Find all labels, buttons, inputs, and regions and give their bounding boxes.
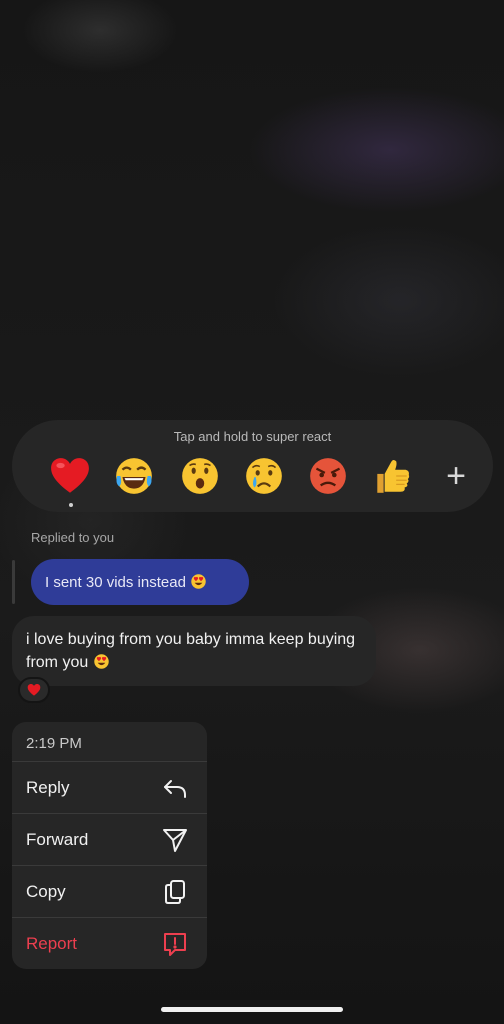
heart-emoji[interactable] (46, 452, 94, 500)
heart-icon (27, 684, 41, 696)
crying-emoji[interactable] (240, 452, 288, 500)
message-context-menu: 2:19 PM Reply Forward Copy Report (12, 722, 207, 969)
plus-icon: + (446, 457, 466, 495)
menu-item-label: Report (26, 934, 78, 953)
menu-item-label: Reply (26, 777, 70, 797)
super-react-hint: Tap and hold to super react (173, 429, 332, 444)
heart-eyes-emoji (191, 574, 206, 589)
menu-item-report[interactable]: Report (12, 918, 207, 969)
send-icon (163, 828, 187, 852)
surprised-emoji[interactable] (176, 452, 224, 500)
message-bubble[interactable]: i love buying from you baby imma keep bu… (12, 616, 376, 686)
menu-item-forward[interactable]: Forward (12, 814, 207, 866)
message-text: i love buying from you baby imma keep bu… (26, 631, 356, 671)
message-timestamp: 2:19 PM (12, 722, 207, 762)
menu-item-label: Copy (26, 881, 66, 901)
report-icon (164, 933, 186, 956)
message-reaction-badge[interactable] (18, 677, 50, 703)
tears-of-joy-emoji[interactable] (110, 452, 158, 500)
menu-item-label: Forward (26, 829, 89, 849)
replied-message-text: I sent 30 vids instead (45, 574, 191, 591)
menu-item-copy[interactable]: Copy (12, 866, 207, 918)
heart-eyes-emoji (93, 654, 109, 669)
replied-to-you-label: Replied to you (31, 530, 115, 545)
add-reaction-button[interactable]: + (432, 452, 480, 500)
reply-icon (164, 779, 186, 798)
message-actions-overlay: Tap and hold to super react + Replied to… (0, 0, 504, 1024)
thumbs-up-emoji[interactable] (368, 452, 416, 500)
selected-reaction-dot (69, 503, 73, 507)
reaction-bar: Tap and hold to super react + (12, 420, 493, 512)
replied-message-bubble[interactable]: I sent 30 vids instead (31, 559, 249, 605)
reply-quote-bar (12, 560, 15, 604)
menu-item-reply[interactable]: Reply (12, 762, 207, 814)
angry-emoji[interactable] (304, 452, 352, 500)
copy-icon (165, 879, 185, 904)
home-indicator[interactable] (161, 1007, 343, 1012)
